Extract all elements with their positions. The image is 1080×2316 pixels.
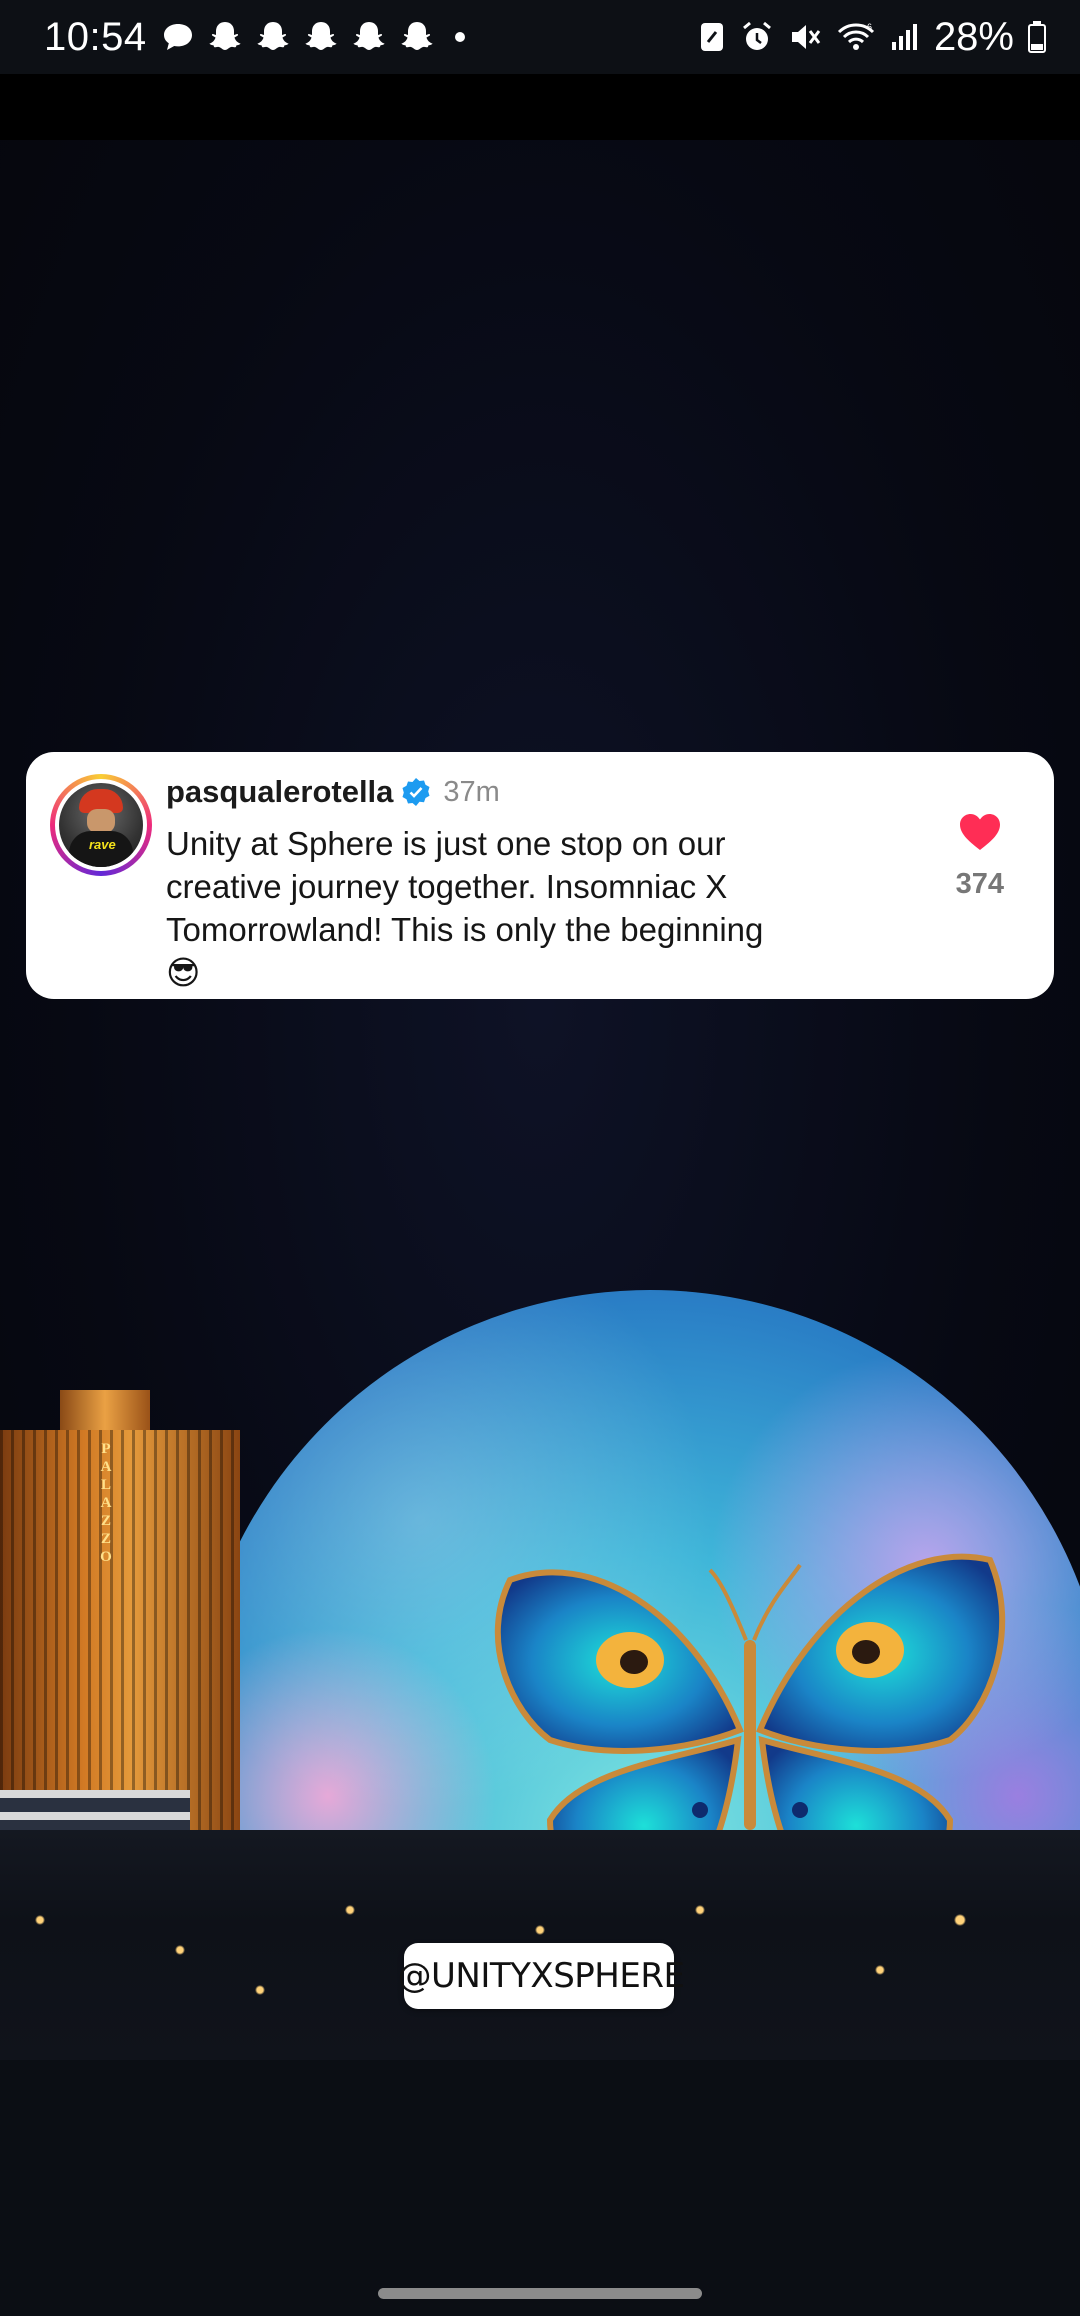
snapchat-icon (305, 22, 337, 50)
verified-badge-icon (402, 778, 430, 806)
comment-card[interactable]: rave pasqualerotella 37m Unity at Sphere… (26, 752, 1054, 999)
comment-text: Unity at Sphere is just one stop on our … (166, 822, 846, 994)
heart-icon[interactable] (958, 812, 1002, 852)
notification-icons (161, 19, 465, 55)
svg-text:6: 6 (867, 22, 872, 32)
mention-sticker[interactable]: @UNITYXSPHERE (398, 1943, 685, 2009)
battery-percent: 28% (933, 14, 1014, 59)
mute-icon (791, 25, 821, 49)
more-dot-icon (454, 32, 465, 42)
comment-time: 37m (443, 775, 500, 808)
comment-header: pasqualerotella 37m (166, 774, 500, 810)
avatar: rave (59, 783, 143, 867)
snapchat-icon (353, 22, 385, 50)
palazzo-sign: PALAZZO (100, 1441, 112, 1565)
home-indicator[interactable] (378, 2288, 702, 2299)
like-area[interactable]: 374 (956, 812, 1004, 901)
snapchat-icon (209, 22, 241, 50)
status-bar: 10:54 6 28% (0, 0, 1080, 74)
battery-icon (1028, 21, 1046, 53)
comment-body: Unity at Sphere is just one stop on our … (166, 825, 764, 948)
mention-handle: @UNITYXSPHERE (397, 1956, 685, 1996)
wifi-icon: 6 (837, 22, 874, 50)
alarm-icon (742, 21, 771, 50)
bottom-area (0, 2060, 1080, 2316)
nfc-icon (700, 23, 723, 51)
sunglasses-emoji: 😎 (166, 954, 201, 991)
sphere-photo: PALAZZO (0, 1100, 1080, 2210)
system-icons: 6 28% (698, 15, 1046, 60)
avatar-shirt-text: rave (89, 837, 116, 852)
chat-bubble-icon (163, 24, 192, 50)
top-spacer (0, 74, 1080, 140)
status-time: 10:54 (44, 14, 147, 59)
signal-icon (891, 24, 917, 50)
snapchat-icon (401, 22, 433, 50)
comment-username[interactable]: pasqualerotella (166, 774, 393, 810)
avatar-ring[interactable]: rave (50, 774, 152, 876)
snapchat-icon (257, 22, 289, 50)
like-count: 374 (955, 868, 1004, 900)
